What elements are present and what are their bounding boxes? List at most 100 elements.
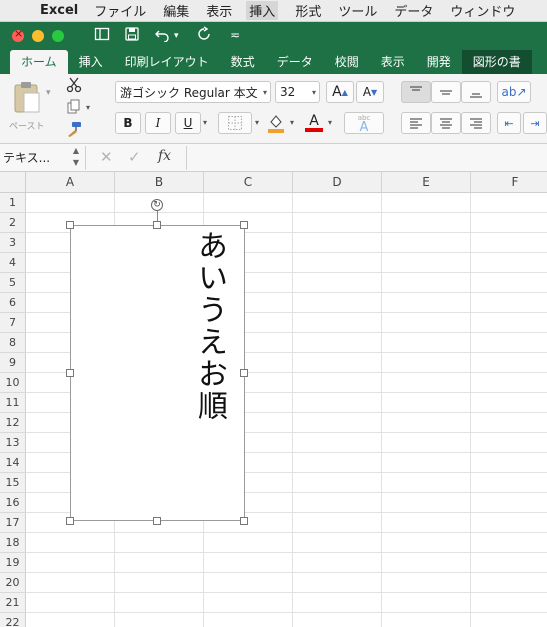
tab-page-layout[interactable]: 印刷レイアウト: [114, 50, 220, 74]
row-header-3[interactable]: 3: [0, 233, 26, 253]
copy-icon[interactable]: [66, 99, 82, 119]
align-center-button[interactable]: [431, 112, 461, 134]
cut-icon[interactable]: [66, 77, 82, 97]
column-header-c[interactable]: C: [204, 172, 293, 193]
align-middle-button[interactable]: [431, 81, 461, 103]
row-header-12[interactable]: 12: [0, 413, 26, 433]
font-color-dropdown-icon[interactable]: ▾: [328, 118, 332, 127]
row-header-5[interactable]: 5: [0, 273, 26, 293]
row-header-8[interactable]: 8: [0, 333, 26, 353]
increase-indent-button[interactable]: ⇥: [523, 112, 547, 134]
row-header-7[interactable]: 7: [0, 313, 26, 333]
decrease-font-size-button[interactable]: A ▼: [356, 81, 384, 103]
row-header-19[interactable]: 19: [0, 553, 26, 573]
zoom-window-button[interactable]: [52, 30, 64, 42]
row-header-17[interactable]: 17: [0, 513, 26, 533]
insert-function-button[interactable]: fx: [158, 148, 171, 164]
row-header-10[interactable]: 10: [0, 373, 26, 393]
row-header-14[interactable]: 14: [0, 453, 26, 473]
tab-review[interactable]: 校閲: [324, 50, 370, 74]
underline-button[interactable]: U: [175, 112, 201, 134]
tab-developer[interactable]: 開発: [416, 50, 462, 74]
select-all-corner[interactable]: [0, 172, 26, 193]
undo-icon[interactable]: [154, 26, 170, 46]
column-header-e[interactable]: E: [382, 172, 471, 193]
align-left-button[interactable]: [401, 112, 431, 134]
tab-view[interactable]: 表示: [370, 50, 416, 74]
font-size-select[interactable]: 32 ▾: [275, 81, 320, 103]
paste-dropdown-icon[interactable]: ▾: [46, 88, 51, 98]
align-right-button[interactable]: [461, 112, 491, 134]
undo-dropdown-icon[interactable]: ▾: [174, 31, 179, 41]
row-header-22[interactable]: 22: [0, 613, 26, 627]
row-header-2[interactable]: 2: [0, 213, 26, 233]
paste-icon[interactable]: [12, 80, 42, 118]
name-box-stepper-icon[interactable]: ▲ ▼: [73, 145, 79, 169]
row-header-9[interactable]: 9: [0, 353, 26, 373]
text-box-shape[interactable]: あいうえお順: [70, 225, 245, 521]
tab-data[interactable]: データ: [266, 50, 324, 74]
row-header-15[interactable]: 15: [0, 473, 26, 493]
column-header-f[interactable]: F: [471, 172, 547, 193]
resize-handle-right[interactable]: [240, 369, 248, 377]
row-header-1[interactable]: 1: [0, 193, 26, 213]
column-header-a[interactable]: A: [26, 172, 115, 193]
resize-handle-left[interactable]: [66, 369, 74, 377]
name-box[interactable]: テキス... ▲ ▼: [0, 146, 86, 170]
rotate-handle-icon[interactable]: ↻: [151, 199, 163, 211]
resize-handle-bottom[interactable]: [153, 517, 161, 525]
row-header-13[interactable]: 13: [0, 433, 26, 453]
orientation-button[interactable]: ab↗: [497, 81, 531, 103]
column-header-b[interactable]: B: [115, 172, 204, 193]
borders-button[interactable]: [218, 112, 252, 134]
customize-toolbar-icon[interactable]: ≂: [230, 28, 240, 42]
tab-shape-format[interactable]: 図形の書: [461, 50, 532, 74]
cancel-entry-icon[interactable]: ✕: [100, 148, 113, 166]
row-header-16[interactable]: 16: [0, 493, 26, 513]
bold-button[interactable]: B: [115, 112, 141, 134]
row-header-21[interactable]: 21: [0, 593, 26, 613]
row-header-20[interactable]: 20: [0, 573, 26, 593]
row-header-11[interactable]: 11: [0, 393, 26, 413]
italic-button[interactable]: I: [145, 112, 171, 134]
decrease-indent-button[interactable]: ⇤: [497, 112, 521, 134]
menu-data[interactable]: データ: [394, 1, 433, 20]
menu-insert[interactable]: 挿入: [246, 1, 279, 20]
menu-edit[interactable]: 編集: [163, 1, 189, 20]
confirm-entry-icon[interactable]: ✓: [128, 148, 141, 166]
tab-insert[interactable]: 挿入: [68, 50, 114, 74]
font-color-button[interactable]: A: [303, 112, 325, 134]
menu-tools[interactable]: ツール: [338, 1, 377, 20]
phonetic-guide-button[interactable]: abc A: [344, 112, 384, 134]
resize-handle-bottom-right[interactable]: [240, 517, 248, 525]
copy-dropdown-icon[interactable]: ▾: [86, 103, 90, 112]
redo-icon[interactable]: [196, 26, 212, 46]
close-window-button[interactable]: [12, 27, 24, 42]
tab-home[interactable]: ホーム: [10, 50, 68, 74]
save-icon[interactable]: [124, 26, 140, 46]
worksheet-grid[interactable]: ABCDEF 1 2 3 4 5 6 7 8 9 10 11 12 13 14 15 16 17 18 19 20 21…: [0, 172, 547, 627]
fill-color-dropdown-icon[interactable]: ▾: [290, 118, 294, 127]
resize-handle-top-right[interactable]: [240, 221, 248, 229]
text-box-content[interactable]: あいうえお順: [192, 230, 227, 422]
font-name-select[interactable]: 游ゴシック Regular 本文 ▾: [115, 81, 271, 103]
sidebar-toggle-icon[interactable]: [94, 26, 110, 46]
menu-view[interactable]: 表示: [206, 1, 232, 20]
menu-file[interactable]: ファイル: [94, 1, 146, 20]
resize-handle-bottom-left[interactable]: [66, 517, 74, 525]
borders-dropdown-icon[interactable]: ▾: [255, 118, 259, 127]
resize-handle-top[interactable]: [153, 221, 161, 229]
row-header-6[interactable]: 6: [0, 293, 26, 313]
resize-handle-top-left[interactable]: [66, 221, 74, 229]
row-header-4[interactable]: 4: [0, 253, 26, 273]
align-bottom-button[interactable]: [461, 81, 491, 103]
column-header-d[interactable]: D: [293, 172, 382, 193]
increase-font-size-button[interactable]: A ▲: [326, 81, 354, 103]
format-painter-icon[interactable]: [66, 121, 82, 141]
menu-window[interactable]: ウィンドウ: [450, 1, 515, 20]
minimize-window-button[interactable]: [32, 30, 44, 42]
tab-formulas[interactable]: 数式: [220, 50, 266, 74]
menu-format[interactable]: 形式: [295, 1, 321, 20]
align-top-button[interactable]: [401, 81, 431, 103]
row-header-18[interactable]: 18: [0, 533, 26, 553]
